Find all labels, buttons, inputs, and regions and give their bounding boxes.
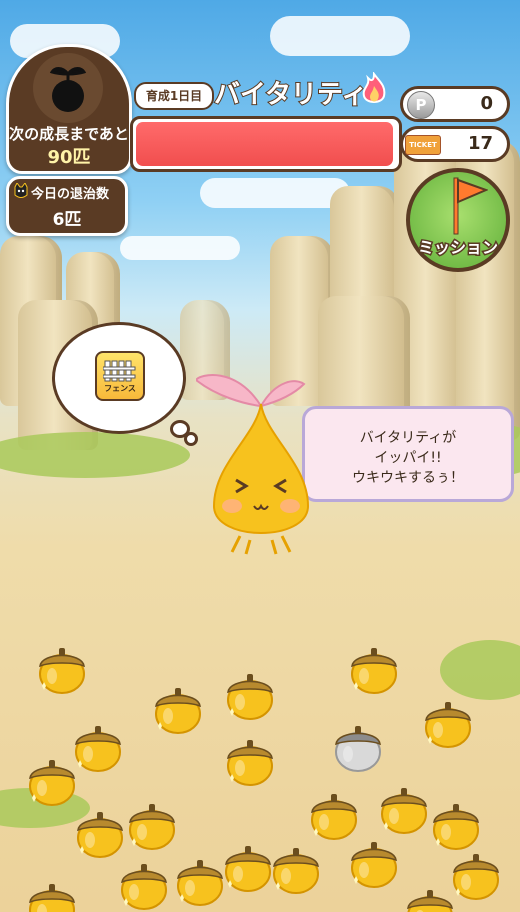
gold-acorn-icon[interactable] — [150, 680, 206, 736]
grass-patch — [440, 640, 520, 700]
gold-acorn-icon[interactable] — [402, 882, 458, 912]
fence-icon: フェンス — [95, 351, 145, 401]
sprout-silhouette-icon — [33, 53, 103, 123]
coin-count: 0 — [480, 93, 493, 114]
ticket-counter: TICKET 17 — [400, 126, 510, 162]
flag-icon — [448, 176, 489, 240]
cloud — [270, 16, 410, 56]
gold-acorn-icon[interactable] — [116, 856, 172, 912]
growth-badge[interactable]: 次の成長まであと 90匹 — [6, 44, 132, 174]
cat-face-icon — [13, 182, 29, 203]
coin-icon: P — [407, 91, 435, 119]
gold-acorn-icon[interactable] — [420, 694, 476, 750]
gold-acorn-icon[interactable] — [24, 876, 80, 912]
gold-acorn-icon[interactable] — [222, 666, 278, 722]
vitality-bar — [130, 116, 402, 172]
growth-label: 次の成長まであと — [9, 125, 129, 143]
mission-button[interactable]: ミッション — [406, 168, 510, 272]
grass-patch — [0, 432, 190, 478]
gold-acorn-icon[interactable] — [222, 732, 278, 788]
defeat-value: 6匹 — [52, 210, 82, 230]
sprout-character[interactable] — [196, 356, 326, 556]
gold-acorn-icon[interactable] — [24, 752, 80, 808]
day-tag: 育成1日目 — [134, 82, 214, 110]
defeat-count-badge: 今日の退治数 6匹 — [6, 176, 128, 236]
ticket-count: 17 — [467, 133, 493, 154]
gold-acorn-icon[interactable] — [376, 780, 432, 836]
gold-acorn-icon[interactable] — [268, 840, 324, 896]
thought-bubble: フェンス — [52, 322, 186, 434]
gold-acorn-icon[interactable] — [428, 796, 484, 852]
coin-counter: P 0 — [400, 86, 510, 122]
fence-label: フェンス — [104, 384, 136, 393]
fire-icon — [358, 71, 390, 112]
gold-acorn-icon[interactable] — [172, 852, 228, 908]
speech-line-2: イッパイ!! — [374, 450, 442, 466]
gold-acorn-icon[interactable] — [346, 834, 402, 890]
cloud — [200, 178, 350, 208]
game-scene: 次の成長まであと 90匹 今日の退治数 6匹 育成1日目 バイタリティ P 0 … — [0, 0, 520, 912]
gold-acorn-icon[interactable] — [346, 640, 402, 696]
vitality-bar-fill — [136, 122, 394, 166]
silver-acorn-icon[interactable] — [330, 718, 386, 774]
speech-line-1: バイタリティが — [359, 430, 457, 446]
gold-acorn-icon[interactable] — [72, 804, 128, 860]
gold-acorn-icon[interactable] — [34, 640, 90, 696]
defeat-label: 今日の退治数 — [31, 187, 110, 202]
vitality-title: バイタリティ — [213, 79, 368, 111]
speech-line-3: ウキウキするぅ！ — [352, 470, 464, 486]
gold-acorn-icon[interactable] — [124, 796, 180, 852]
cloud — [120, 236, 240, 260]
speech-bubble: バイタリティが イッパイ!! ウキウキするぅ！ — [302, 406, 514, 502]
ticket-icon: TICKET — [405, 135, 441, 155]
mission-label: ミッション — [416, 237, 499, 259]
growth-value: 90匹 — [47, 147, 91, 168]
